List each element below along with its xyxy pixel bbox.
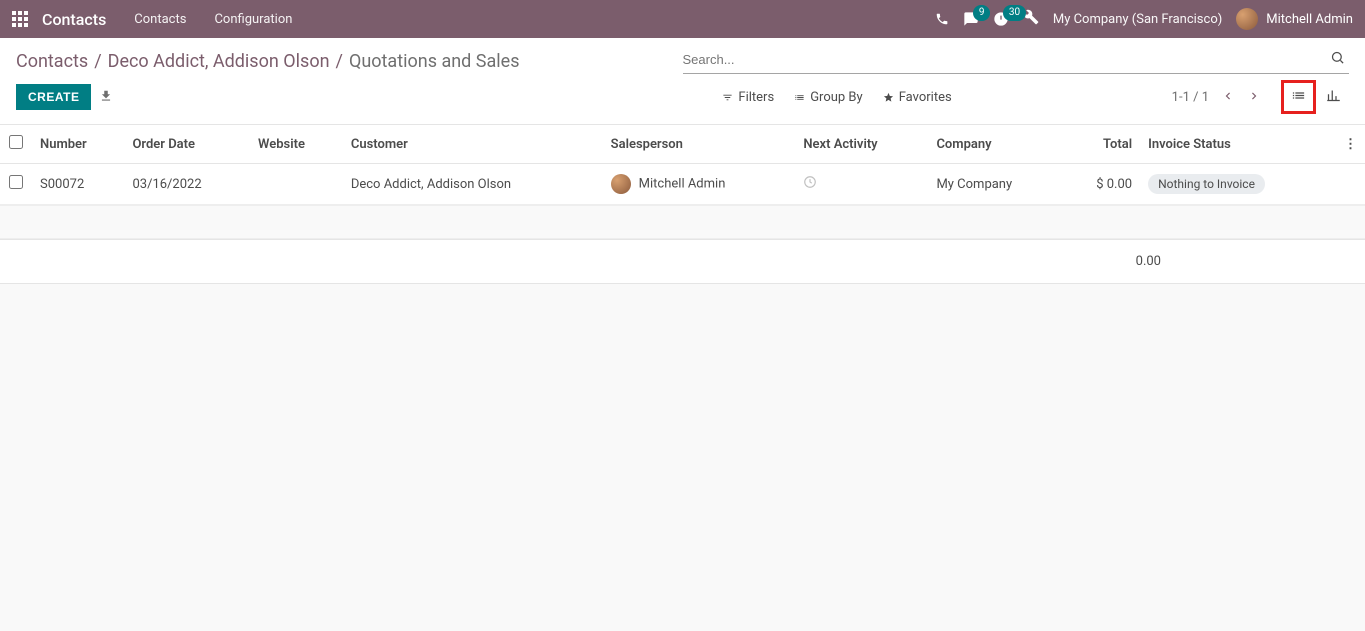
cell-salesperson: Mitchell Admin (603, 164, 796, 205)
chevron-right-icon (1247, 89, 1261, 103)
header-salesperson[interactable]: Salesperson (603, 125, 796, 164)
filters-button[interactable]: Filters (722, 90, 774, 105)
activities-badge: 30 (1003, 5, 1026, 21)
row-checkbox[interactable] (9, 175, 23, 189)
funnel-icon (722, 92, 733, 103)
user-menu[interactable]: Mitchell Admin (1236, 8, 1353, 30)
clock-icon (803, 178, 817, 193)
star-icon (883, 92, 894, 103)
cell-next-activity[interactable] (795, 164, 928, 205)
header-website[interactable]: Website (250, 125, 343, 164)
nav-contacts[interactable]: Contacts (134, 12, 186, 27)
apps-icon[interactable] (12, 11, 28, 27)
header-company[interactable]: Company (928, 125, 1063, 164)
create-button[interactable]: CREATE (16, 84, 91, 110)
cell-number: S00072 (32, 164, 124, 205)
breadcrumb-contact[interactable]: Deco Addict, Addison Olson (108, 51, 330, 72)
salesperson-avatar-icon (611, 174, 631, 194)
breadcrumb: Contacts / Deco Addict, Addison Olson / … (16, 51, 683, 72)
favorites-button[interactable]: Favorites (883, 90, 952, 105)
pager-text[interactable]: 1-1 / 1 (1172, 90, 1209, 105)
list-icon (794, 92, 805, 103)
footer-total: 0.00 (1075, 254, 1161, 269)
top-nav: Contacts Configuration (134, 12, 292, 27)
app-title[interactable]: Contacts (42, 10, 106, 29)
cell-total: $ 0.00 (1064, 164, 1140, 205)
status-badge: Nothing to Invoice (1148, 174, 1265, 194)
list-view-icon (1291, 88, 1306, 103)
user-name: Mitchell Admin (1266, 12, 1353, 27)
select-all-checkbox[interactable] (9, 135, 23, 149)
pager-prev[interactable] (1215, 85, 1241, 110)
messages-badge: 9 (973, 5, 991, 21)
company-selector[interactable]: My Company (San Francisco) (1053, 12, 1222, 27)
chevron-left-icon (1221, 89, 1235, 103)
header-invoice-status[interactable]: Invoice Status (1140, 125, 1336, 164)
header-customer[interactable]: Customer (343, 125, 603, 164)
breadcrumb-current: Quotations and Sales (349, 51, 520, 72)
cell-company: My Company (928, 164, 1063, 205)
bar-chart-icon (1326, 88, 1341, 103)
activities-icon[interactable]: 30 (993, 11, 1009, 27)
avatar-icon (1236, 8, 1258, 30)
graph-view-button[interactable] (1318, 80, 1349, 114)
table-row[interactable]: S00072 03/16/2022 Deco Addict, Addison O… (0, 164, 1365, 205)
cell-customer: Deco Addict, Addison Olson (343, 164, 603, 205)
header-order-date[interactable]: Order Date (124, 125, 250, 164)
cell-order-date: 03/16/2022 (124, 164, 250, 205)
messages-icon[interactable]: 9 (963, 11, 979, 27)
header-next-activity[interactable]: Next Activity (795, 125, 928, 164)
header-number[interactable]: Number (32, 125, 124, 164)
control-panel: Contacts / Deco Addict, Addison Olson / … (0, 38, 1365, 125)
pager-next[interactable] (1241, 85, 1267, 110)
search-input[interactable] (683, 48, 1350, 71)
search-icon[interactable] (1330, 50, 1345, 69)
table-footer: 0.00 (0, 239, 1365, 284)
columns-menu[interactable]: ⋮ (1336, 125, 1365, 164)
header-total[interactable]: Total (1064, 125, 1140, 164)
data-table: Number Order Date Website Customer Sales… (0, 125, 1365, 284)
groupby-button[interactable]: Group By (794, 90, 863, 105)
list-view-button[interactable] (1281, 80, 1316, 114)
nav-configuration[interactable]: Configuration (214, 12, 292, 27)
breadcrumb-root[interactable]: Contacts (16, 51, 88, 72)
export-button[interactable] (91, 83, 121, 112)
top-bar: Contacts Contacts Configuration 9 30 My … (0, 0, 1365, 38)
phone-icon[interactable] (935, 12, 949, 26)
cell-website (250, 164, 343, 205)
cell-invoice-status: Nothing to Invoice (1140, 164, 1336, 205)
